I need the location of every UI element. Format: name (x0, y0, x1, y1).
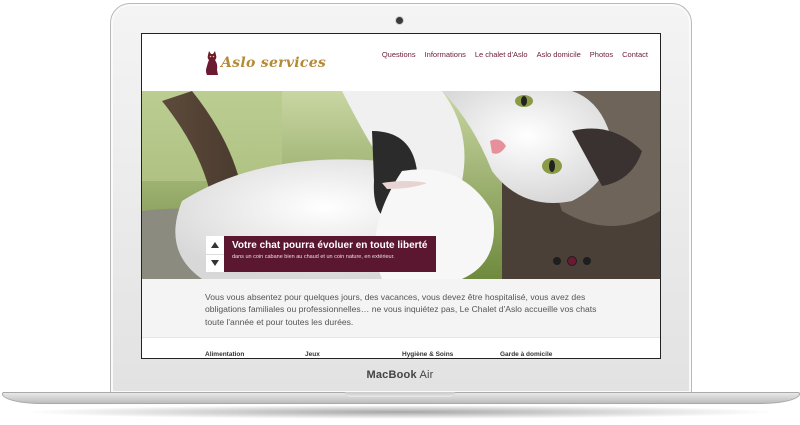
slide-caption: Votre chat pourra évoluer en toute liber… (224, 236, 436, 272)
column-garde[interactable]: Garde à domicile (500, 351, 552, 358)
slider-dots (553, 257, 591, 265)
device-brand-label: MacBook Air (350, 369, 450, 381)
slide-subtitle: dans un coin cabane bien au chaud et un … (232, 254, 395, 260)
intro-section: Vous vous absentez pour quelques jours, … (142, 279, 660, 337)
nav-domicile[interactable]: Aslo domicile (537, 50, 581, 59)
slider-up-arrow-icon[interactable] (206, 236, 224, 254)
nav-chalet[interactable]: Le chalet d'Aslo (475, 50, 528, 59)
brand-name: MacBook (366, 369, 417, 381)
hero-slider[interactable]: Votre chat pourra évoluer en toute liber… (142, 91, 660, 279)
column-hygiene[interactable]: Hygiène & Soins (402, 351, 453, 358)
slider-arrows (206, 236, 224, 272)
intro-text: Vous vous absentez pour quelques jours, … (205, 292, 597, 327)
slider-dot-1[interactable] (553, 257, 561, 265)
nav-contact[interactable]: Contact (622, 50, 648, 59)
laptop-notch (345, 392, 455, 397)
laptop-shadow (20, 405, 780, 419)
column-jeux[interactable]: Jeux (305, 351, 320, 358)
brand-model: Air (419, 369, 434, 381)
slider-down-arrow-icon[interactable] (206, 253, 224, 273)
logo-text: Aslo services (221, 55, 327, 71)
site-logo[interactable]: Aslo services (205, 49, 326, 77)
slider-dot-2[interactable] (568, 257, 576, 265)
nav-photos[interactable]: Photos (590, 50, 613, 59)
site-header: Aslo services Questions Informations Le … (142, 34, 660, 91)
webcam (396, 17, 403, 24)
column-alimentation[interactable]: Alimentation (205, 351, 244, 358)
services-columns: Alimentation Jeux Hygiène & Soins Garde … (142, 337, 660, 358)
nav-questions[interactable]: Questions (382, 50, 416, 59)
website-screen: Aslo services Questions Informations Le … (141, 33, 661, 359)
slider-dot-3[interactable] (583, 257, 591, 265)
cat-logo-icon (206, 51, 218, 75)
nav-informations[interactable]: Informations (425, 50, 466, 59)
slide-title: Votre chat pourra évoluer en toute liber… (232, 240, 428, 251)
main-nav: Questions Informations Le chalet d'Aslo … (382, 50, 648, 59)
